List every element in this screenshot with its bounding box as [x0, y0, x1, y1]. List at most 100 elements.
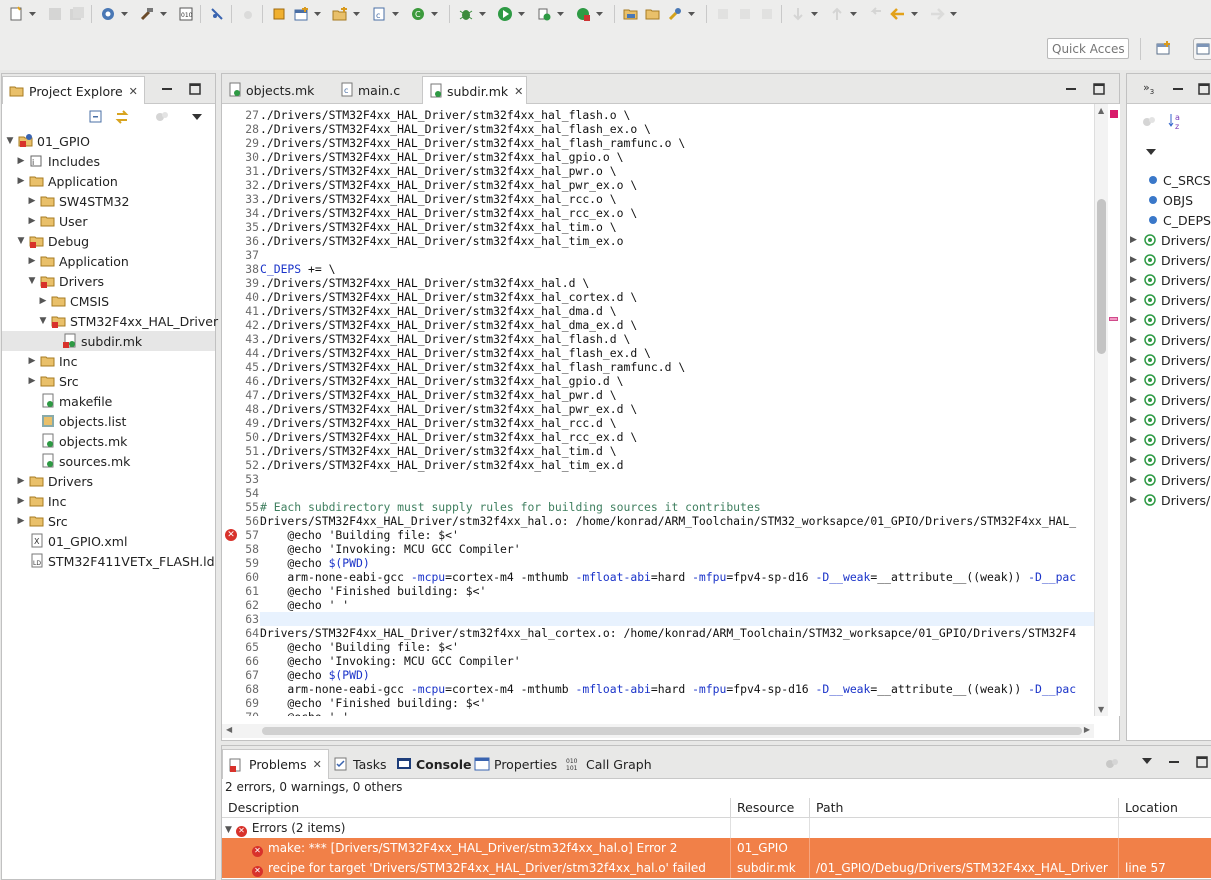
tree-item[interactable]: ▼ Debug [15, 231, 90, 251]
maximize-icon[interactable] [188, 82, 202, 96]
code-editor[interactable]: 27./Drivers/STM32F4xx_HAL_Driver/stm32f4… [222, 104, 1094, 716]
tree-item[interactable]: ▶ SW4STM32 [26, 191, 130, 211]
tree-item[interactable]: objects.mk [26, 431, 127, 451]
sort-alphabetically-icon[interactable]: az [1167, 112, 1185, 130]
collapsed-arrow-icon[interactable]: ▶ [15, 516, 27, 526]
error-annotation-marker[interactable] [1109, 317, 1118, 321]
collapsed-arrow-icon[interactable]: ▶ [1130, 355, 1144, 365]
open-folder-icon[interactable] [621, 4, 641, 24]
collapsed-arrow-icon[interactable]: ▶ [1130, 455, 1144, 465]
new-project-icon[interactable] [291, 4, 311, 24]
outline-item[interactable]: ▶ Drivers/S [1130, 290, 1211, 310]
outline-item[interactable]: ▶ Drivers/S [1130, 410, 1211, 430]
column-header-location[interactable]: Location [1119, 798, 1211, 818]
build-icon[interactable] [137, 4, 157, 24]
scrollbar-thumb[interactable] [262, 727, 1082, 735]
scrollbar-thumb[interactable] [1097, 199, 1106, 354]
expanded-arrow-icon[interactable]: ▼ [4, 136, 16, 146]
maximize-icon[interactable] [1195, 755, 1209, 769]
new-folder-icon[interactable] [330, 4, 350, 24]
tree-item[interactable]: ▶ Drivers [15, 471, 93, 491]
tree-item[interactable]: ▶ Inc [26, 351, 78, 371]
collapsed-arrow-icon[interactable]: ▶ [26, 196, 38, 206]
link-with-editor-icon[interactable] [114, 109, 130, 125]
dropdown-arrow-icon[interactable] [517, 4, 526, 24]
table-row[interactable]: ✕ make: *** [Drivers/STM32F4xx_HAL_Driver… [222, 838, 1211, 858]
prev-annotation-icon[interactable] [735, 4, 755, 24]
outline-item[interactable]: OBJS [1148, 190, 1193, 210]
tree-item[interactable]: ▶ Inc [15, 491, 67, 511]
quick-access-input[interactable] [1047, 38, 1129, 59]
back-icon[interactable] [888, 4, 908, 24]
dropdown-arrow-icon[interactable] [595, 4, 604, 24]
view-menu-icon[interactable] [1146, 149, 1156, 155]
tree-item[interactable]: ▼ 01_GPIO [4, 131, 90, 151]
open-perspective-icon[interactable] [1155, 40, 1173, 58]
dropdown-arrow-icon[interactable] [352, 4, 361, 24]
error-group-row[interactable]: ▼ ✕ Errors (2 items) [222, 818, 1211, 838]
tree-item[interactable]: ▶ Src [26, 371, 79, 391]
maximize-icon[interactable] [1197, 82, 1211, 96]
dropdown-arrow-icon[interactable] [556, 4, 565, 24]
toggle-mark-icon[interactable] [238, 4, 258, 24]
external-tools-icon[interactable] [573, 4, 593, 24]
close-icon[interactable]: ✕ [313, 758, 322, 771]
tree-item[interactable]: ▶ Application [15, 171, 118, 191]
outline-item[interactable]: ▶ Drivers/S [1130, 310, 1211, 330]
collapsed-arrow-icon[interactable]: ▶ [1130, 275, 1144, 285]
open-type-icon[interactable] [269, 4, 289, 24]
binary-icon[interactable]: 010 [176, 4, 196, 24]
run-icon[interactable] [495, 4, 515, 24]
outline-item[interactable]: ▶ Drivers/S [1130, 430, 1211, 450]
dropdown-arrow-icon[interactable] [28, 4, 37, 24]
tree-item[interactable]: ▶ CMSIS [37, 291, 110, 311]
column-header-description[interactable]: Description [222, 798, 731, 818]
minimize-icon[interactable] [1171, 82, 1185, 96]
collapsed-arrow-icon[interactable]: ▶ [15, 176, 27, 186]
dropdown-arrow-icon[interactable] [430, 4, 439, 24]
tree-item[interactable]: ▶ Application [26, 251, 129, 271]
collapsed-arrow-icon[interactable]: ▶ [26, 216, 38, 226]
collapsed-arrow-icon[interactable]: ▶ [26, 256, 38, 266]
view-menu-icon[interactable] [192, 114, 202, 120]
filter-icon[interactable] [154, 109, 170, 125]
column-header-resource[interactable]: Resource [731, 798, 810, 818]
collapsed-arrow-icon[interactable]: ▶ [15, 496, 27, 506]
search-icon[interactable] [665, 4, 685, 24]
collapsed-arrow-icon[interactable]: ▶ [1130, 395, 1144, 405]
close-icon[interactable]: ✕ [514, 85, 523, 98]
coverage-icon[interactable] [534, 4, 554, 24]
tree-item[interactable]: objects.list [26, 411, 126, 431]
close-icon[interactable]: ✕ [129, 85, 138, 98]
outline-item[interactable]: C_SRCS [1148, 170, 1211, 190]
dropdown-arrow-icon[interactable] [687, 4, 696, 24]
error-marker-icon[interactable]: ✕ [225, 529, 237, 541]
outline-item[interactable]: ▶ Drivers/S [1130, 330, 1211, 350]
save-all-icon[interactable] [67, 4, 87, 24]
expanded-arrow-icon[interactable]: ▼ [37, 316, 49, 326]
dropdown-arrow-icon[interactable] [120, 4, 129, 24]
tab-call-graph[interactable]: 010 101 Call Graph [560, 749, 658, 779]
new-class-icon[interactable]: C [408, 4, 428, 24]
outline-item[interactable]: ▶ Drivers/S [1130, 350, 1211, 370]
more-views-icon[interactable]: »3 [1143, 81, 1154, 96]
next-annotation-icon[interactable] [713, 4, 733, 24]
scroll-down-icon[interactable]: ▼ [1098, 705, 1104, 714]
editor-tab[interactable]: subdir.mk ✕ [422, 76, 527, 105]
tree-item[interactable]: X 01_GPIO.xml [15, 531, 127, 551]
dropdown-arrow-icon[interactable] [849, 4, 858, 24]
forward-icon[interactable] [927, 4, 947, 24]
maximize-icon[interactable] [1092, 82, 1106, 96]
dropdown-arrow-icon[interactable] [910, 4, 919, 24]
c-cpp-perspective-button[interactable] [1193, 38, 1211, 60]
collapsed-arrow-icon[interactable]: ▶ [26, 356, 38, 366]
new-icon[interactable] [6, 4, 26, 24]
expanded-arrow-icon[interactable]: ▼ [15, 236, 27, 246]
tree-item[interactable]: sources.mk [26, 451, 130, 471]
collapsed-arrow-icon[interactable]: ▶ [15, 476, 27, 486]
collapsed-arrow-icon[interactable]: ▶ [1130, 495, 1144, 505]
outline-item[interactable]: ▶ Drivers/S [1130, 370, 1211, 390]
debug-skip-icon[interactable] [207, 4, 227, 24]
tree-item[interactable]: makefile [26, 391, 112, 411]
collapsed-arrow-icon[interactable]: ▶ [1130, 415, 1144, 425]
